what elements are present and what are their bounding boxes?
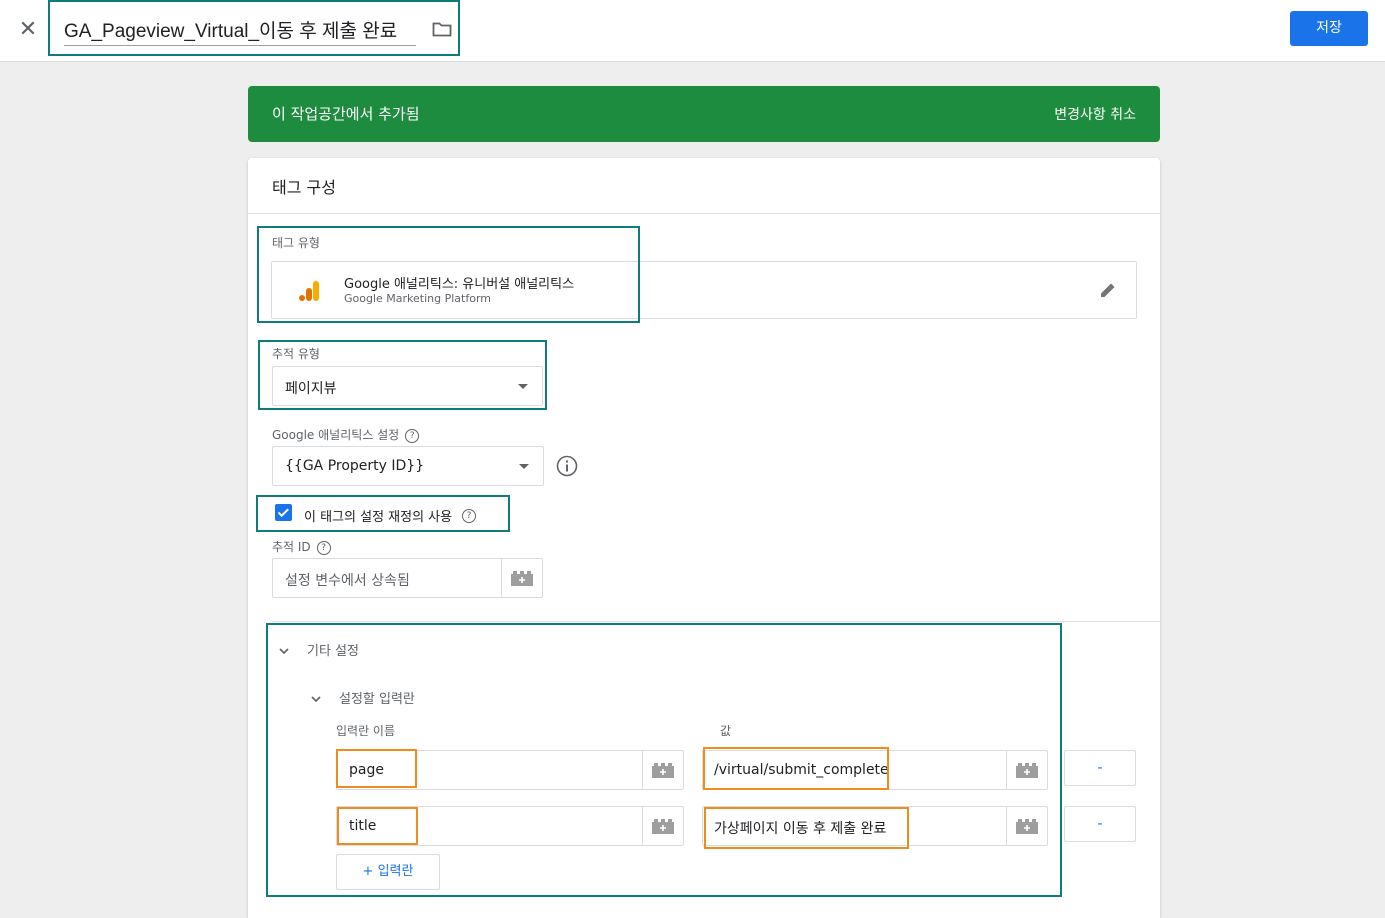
tag-type-highlight bbox=[257, 226, 640, 323]
field-name-highlight bbox=[337, 807, 418, 845]
tracking-id-label: 추적 ID bbox=[272, 540, 311, 554]
divider bbox=[272, 621, 1160, 622]
info-icon[interactable] bbox=[556, 455, 578, 481]
fields-to-set-chevron-icon[interactable] bbox=[310, 690, 322, 709]
ga-settings-value: {{GA Property ID}} bbox=[285, 458, 425, 474]
variable-picker-button[interactable] bbox=[501, 559, 542, 597]
field-value-highlight bbox=[704, 807, 909, 849]
discard-changes-link[interactable]: 변경사항 취소 bbox=[1054, 104, 1136, 124]
divider bbox=[248, 213, 1160, 214]
variable-brick-icon bbox=[652, 762, 674, 782]
variable-brick-icon bbox=[652, 818, 674, 838]
tag-name-field[interactable]: GA_Pageview_Virtual_이동 후 제출 완료 bbox=[48, 0, 460, 56]
add-field-button[interactable]: + 입력란 bbox=[336, 854, 440, 890]
chevron-down-icon bbox=[519, 464, 529, 469]
save-button[interactable]: 저장 bbox=[1290, 11, 1368, 46]
track-type-highlight bbox=[258, 340, 547, 410]
value-column-header: 값 bbox=[720, 724, 732, 738]
card-title: 태그 구성 bbox=[272, 178, 336, 197]
fields-to-set-label[interactable]: 설정할 입력란 bbox=[339, 688, 415, 707]
tracking-id-input[interactable]: 설정 변수에서 상속됨 bbox=[272, 558, 543, 598]
tracking-id-placeholder: 설정 변수에서 상속됨 bbox=[285, 573, 410, 589]
variable-brick-icon bbox=[511, 570, 533, 590]
remove-row-button[interactable]: - bbox=[1064, 806, 1136, 842]
tracking-id-label-row: 추적 ID? bbox=[272, 538, 331, 555]
override-label[interactable]: 이 태그의 설정 재정의 사용 bbox=[304, 506, 452, 525]
help-icon[interactable]: ? bbox=[405, 428, 420, 443]
close-icon[interactable]: ✕ bbox=[16, 18, 40, 42]
folder-icon[interactable] bbox=[432, 20, 452, 42]
ga-settings-select[interactable]: {{GA Property ID}} bbox=[272, 446, 544, 486]
ga-settings-label: Google 애널리틱스 설정 bbox=[272, 428, 400, 442]
remove-row-button[interactable]: - bbox=[1064, 750, 1136, 786]
workspace-banner: 이 작업공간에서 추가됨 변경사항 취소 bbox=[248, 86, 1160, 142]
field-value-highlight bbox=[703, 747, 889, 790]
pencil-icon[interactable] bbox=[1098, 280, 1118, 304]
more-settings-chevron-icon[interactable] bbox=[278, 642, 290, 661]
more-settings-label[interactable]: 기타 설정 bbox=[307, 640, 359, 659]
tag-name-text[interactable]: GA_Pageview_Virtual_이동 후 제출 완료 bbox=[64, 16, 416, 46]
field-name-column-header: 입력란 이름 bbox=[336, 724, 396, 738]
field-name-highlight bbox=[336, 749, 417, 788]
banner-text: 이 작업공간에서 추가됨 bbox=[272, 105, 420, 123]
override-checkbox[interactable] bbox=[275, 504, 292, 521]
variable-picker-button[interactable] bbox=[1006, 751, 1047, 789]
top-bar: ✕ GA_Pageview_Virtual_이동 후 제출 완료 저장 bbox=[0, 0, 1385, 62]
help-icon[interactable]: ? bbox=[462, 509, 476, 523]
variable-picker-button[interactable] bbox=[642, 807, 683, 845]
variable-brick-icon bbox=[1016, 818, 1038, 838]
variable-picker-button[interactable] bbox=[642, 751, 683, 789]
variable-brick-icon bbox=[1016, 762, 1038, 782]
help-icon[interactable]: ? bbox=[316, 540, 331, 555]
variable-picker-button[interactable] bbox=[1006, 807, 1047, 845]
ga-settings-label-row: Google 애널리틱스 설정? bbox=[272, 426, 420, 443]
